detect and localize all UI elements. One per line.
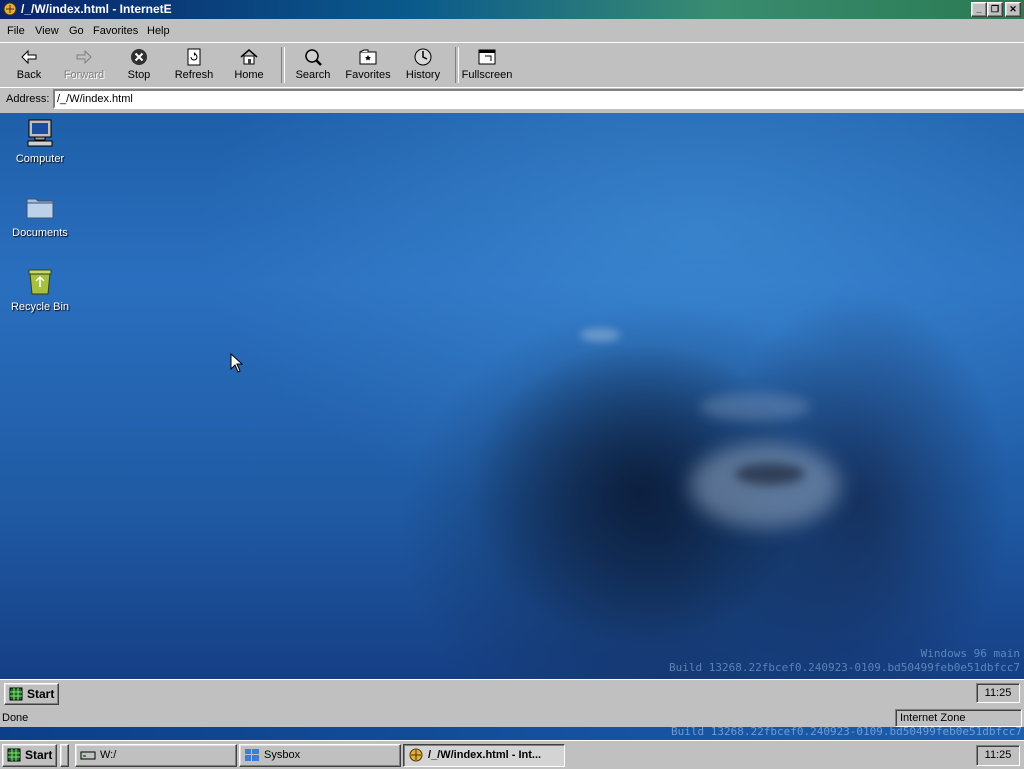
build-watermark: Windows 96 main Build 13268.22fbcef0.240…: [669, 647, 1020, 675]
browser-icon: [409, 748, 423, 762]
back-label: Back: [16, 69, 42, 81]
wallpaper-highlight: [700, 393, 810, 421]
fullscreen-icon: [478, 49, 496, 65]
security-zone-label: Internet Zone: [900, 712, 966, 724]
close-button[interactable]: ✕: [1005, 2, 1021, 17]
folder-icon: [26, 198, 54, 219]
start-label: Start: [25, 748, 53, 762]
taskbar: Start W:/ Sysbox /_/W/index.html - Int..…: [0, 740, 1024, 769]
desktop-wallpaper-strip: Build 13268.22fbcef0.240923-0109.bd50499…: [0, 727, 1024, 740]
refresh-icon: [187, 48, 201, 66]
page-content[interactable]: Computer Documents Recycle Bin Windows 9…: [0, 113, 1024, 679]
inner-taskbar: Start 11:25: [0, 679, 1024, 708]
menu-file[interactable]: File: [7, 25, 25, 37]
desktop-icon-label: Documents: [12, 227, 68, 239]
taskbar-item-browser[interactable]: /_/W/index.html - Int...: [403, 744, 565, 767]
fullscreen-button[interactable]: Fullscreen: [460, 45, 514, 85]
favorites-folder-icon: [359, 49, 377, 65]
taskbar-item-label: Sysbox: [264, 749, 301, 761]
favorites-label: Favorites: [345, 69, 391, 81]
start-logo-icon: [7, 748, 21, 762]
home-icon: [240, 49, 258, 65]
status-text: Done: [2, 712, 29, 724]
wallpaper-shadow: [735, 463, 805, 485]
watermark-line-2: Build 13268.22fbcef0.240923-0109.bd50499…: [669, 661, 1020, 674]
taskbar-item-label: W:/: [100, 749, 117, 761]
home-label: Home: [234, 69, 264, 81]
menu-view[interactable]: View: [35, 25, 59, 37]
home-button[interactable]: Home: [222, 45, 276, 85]
history-button[interactable]: History: [396, 45, 450, 85]
address-label: Address:: [6, 93, 50, 105]
forward-label: Forward: [63, 69, 105, 81]
forward-button[interactable]: Forward: [57, 45, 111, 85]
desktop-icon-documents[interactable]: Documents: [2, 191, 78, 239]
stop-button[interactable]: Stop: [112, 45, 166, 85]
desktop-icon-label: Computer: [15, 153, 65, 165]
window-title-bar[interactable]: /_/W/index.html - InternetE _ ❐ ✕: [0, 0, 1024, 19]
menu-go[interactable]: Go: [69, 25, 84, 37]
security-zone-panel: Internet Zone: [895, 709, 1022, 727]
refresh-label: Refresh: [174, 69, 214, 81]
desktop-icon-recycle-bin[interactable]: Recycle Bin: [2, 265, 78, 313]
fullscreen-label: Fullscreen: [461, 69, 513, 81]
stop-icon: [131, 49, 147, 65]
refresh-button[interactable]: Refresh: [167, 45, 221, 85]
computer-icon: [27, 119, 53, 147]
recycle-bin-icon: [28, 269, 52, 295]
browser-app-icon: [3, 2, 17, 16]
search-button[interactable]: Search: [286, 45, 340, 85]
inner-start-button[interactable]: Start: [4, 683, 59, 705]
watermark-line-1: Windows 96 main: [920, 647, 1020, 660]
search-icon: [305, 49, 322, 66]
inner-start-label: Start: [27, 687, 55, 701]
taskbar-item-sysbox[interactable]: Sysbox: [239, 744, 401, 767]
toolbar: Back Forward Stop Refresh Home Search Fa…: [0, 42, 1024, 88]
toolbar-separator: [281, 47, 285, 83]
history-label: History: [405, 69, 441, 81]
back-arrow-icon: [21, 49, 37, 65]
menu-bar: File View Go Favorites Help: [0, 21, 1024, 41]
menu-favorites[interactable]: Favorites: [93, 25, 138, 37]
window-title: /_/W/index.html - InternetE: [21, 2, 172, 16]
drive-icon: [80, 751, 96, 760]
windows-logo-icon: [245, 749, 259, 761]
taskbar-item-drive[interactable]: W:/: [75, 744, 237, 767]
stop-label: Stop: [127, 69, 151, 81]
favorites-button[interactable]: Favorites: [341, 45, 395, 85]
inner-clock: 11:25: [976, 683, 1020, 703]
toolbar-separator: [455, 47, 459, 83]
back-button[interactable]: Back: [2, 45, 56, 85]
wallpaper-highlight: [690, 443, 840, 528]
minimize-button[interactable]: _: [971, 2, 987, 17]
menu-help[interactable]: Help: [147, 25, 170, 37]
taskbar-clock: 11:25: [976, 745, 1020, 766]
wallpaper-highlight: [580, 328, 620, 342]
desktop-icon-computer[interactable]: Computer: [2, 117, 78, 165]
address-bar: Address:: [0, 87, 1024, 110]
restore-button[interactable]: ❐: [987, 2, 1003, 17]
start-logo-icon: [9, 687, 23, 701]
forward-arrow-icon: [76, 49, 92, 65]
start-button[interactable]: Start: [2, 744, 57, 767]
quick-launch-handle[interactable]: [60, 744, 69, 767]
status-bar: Done Internet Zone: [0, 708, 1024, 727]
desktop-icon-label: Recycle Bin: [10, 301, 70, 313]
history-icon: [414, 48, 432, 66]
address-input[interactable]: [53, 89, 1024, 109]
search-label: Search: [295, 69, 331, 81]
mouse-cursor-icon: [230, 353, 244, 373]
taskbar-item-label: /_/W/index.html - Int...: [428, 749, 542, 761]
strip-build-text: Build 13268.22fbcef0.240923-0109.bd50499…: [671, 727, 1022, 738]
